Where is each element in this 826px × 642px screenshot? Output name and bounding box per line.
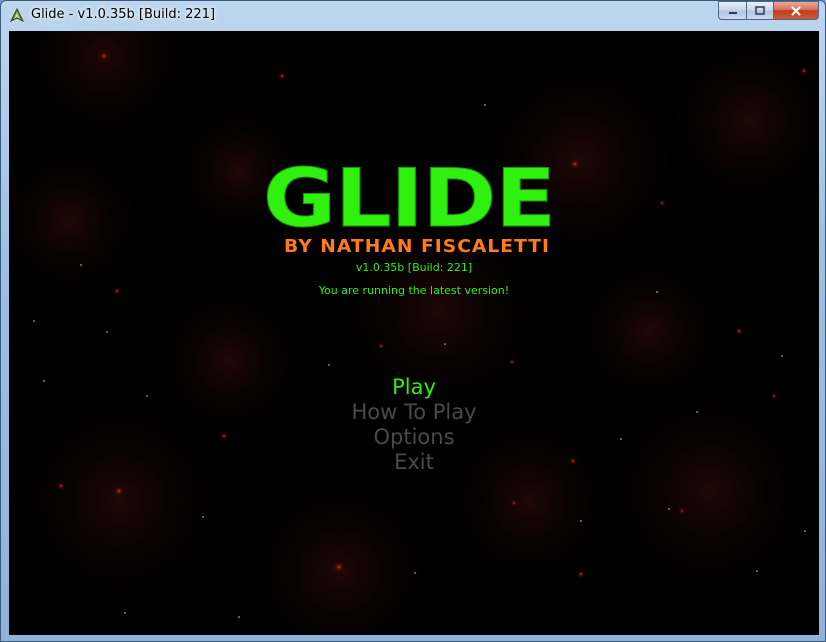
menu-options[interactable]: Options <box>9 425 819 450</box>
window-controls <box>718 1 819 21</box>
menu-exit[interactable]: Exit <box>9 450 819 475</box>
logo-title: GLIDE <box>263 152 555 245</box>
app-window: Glide - v1.0.35b [Build: 221] GLIDE BY N… <box>0 0 826 642</box>
update-status: You are running the latest version! <box>318 284 510 297</box>
minimize-button[interactable] <box>718 1 746 20</box>
close-icon <box>791 5 801 16</box>
main-menu: Play How To Play Options Exit <box>9 375 819 475</box>
game-logo: GLIDE BY NATHAN FISCALETTI <box>263 152 557 258</box>
close-button[interactable] <box>773 1 819 20</box>
glide-ship-icon <box>9 8 25 23</box>
version-label: v1.0.35b [Build: 221] <box>355 261 473 274</box>
maximize-icon <box>755 5 765 15</box>
author-byline: BY NATHAN FISCALETTI <box>284 236 550 257</box>
game-canvas[interactable]: GLIDE BY NATHAN FISCALETTI v1.0.35b [Bui… <box>9 31 819 635</box>
minimize-icon <box>728 11 737 14</box>
window-title: Glide - v1.0.35b [Build: 221] <box>31 7 216 22</box>
menu-play[interactable]: Play <box>9 375 819 400</box>
starfield-background <box>9 31 819 635</box>
maximize-button[interactable] <box>746 1 773 20</box>
menu-how-to-play[interactable]: How To Play <box>9 400 819 425</box>
title-bar[interactable]: Glide - v1.0.35b [Build: 221] <box>1 1 825 31</box>
